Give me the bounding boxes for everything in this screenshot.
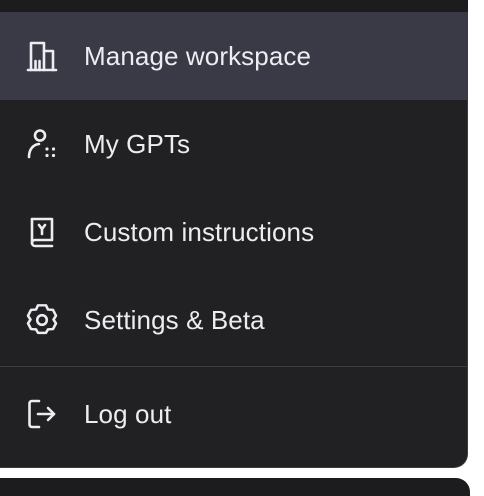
menu-item-label: My GPTs <box>84 129 191 159</box>
user-grid-icon <box>24 126 60 162</box>
menu-item-my-gpts[interactable]: My GPTs <box>0 100 467 188</box>
menu-item-settings-beta[interactable]: Settings & Beta <box>0 276 467 364</box>
menu-item-label: Settings & Beta <box>84 305 265 335</box>
menu-item-log-out[interactable]: Log out <box>0 370 467 458</box>
menu-divider <box>0 366 467 367</box>
menu-item-custom-instructions[interactable]: Custom instructions <box>0 188 467 276</box>
logout-icon <box>24 396 60 432</box>
bottom-strip <box>0 478 470 496</box>
building-icon <box>24 38 60 74</box>
menu-item-label: Custom instructions <box>84 217 315 247</box>
top-strip <box>0 0 468 12</box>
menu-item-label: Manage workspace <box>84 41 312 71</box>
account-menu: Manage workspace My GPTs Custom instruct… <box>0 12 468 468</box>
menu-item-label: Log out <box>84 399 172 429</box>
menu-item-manage-workspace[interactable]: Manage workspace <box>0 12 467 100</box>
stage: Manage workspace My GPTs Custom instruct… <box>0 0 484 496</box>
book-icon <box>24 214 60 250</box>
gear-icon <box>24 302 60 338</box>
